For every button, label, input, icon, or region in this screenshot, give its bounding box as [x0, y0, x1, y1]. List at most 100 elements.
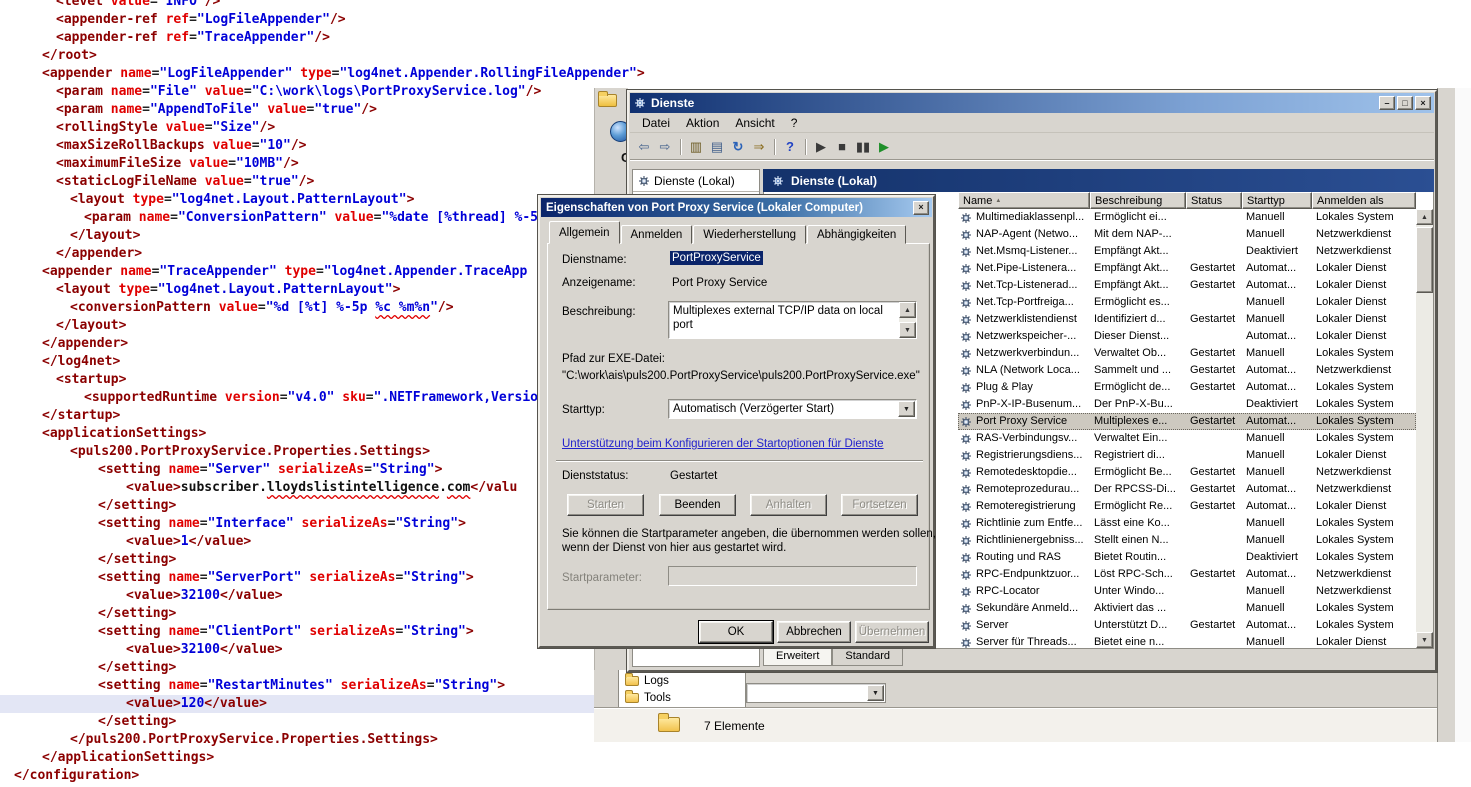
folder-item-logs[interactable]: Logs	[625, 672, 745, 689]
maximize-button[interactable]: □	[1397, 96, 1413, 110]
scrollbar[interactable]: ▲ ▼	[1416, 209, 1433, 648]
code-segment: "String"	[435, 678, 498, 693]
menu-item-aktion[interactable]: Aktion	[678, 114, 727, 132]
restart-service-icon[interactable]: ▶	[875, 138, 893, 156]
service-row[interactable]: RPC-Endpunktzuor...Löst RPC-Sch...Gestar…	[958, 566, 1416, 583]
export-list-icon[interactable]: ⇒	[750, 138, 768, 156]
gear-icon	[960, 518, 972, 530]
column-header-starttyp[interactable]: Starttyp	[1242, 192, 1312, 209]
startup-type-select[interactable]: Automatisch (Verzögerter Start) ▼	[668, 399, 917, 419]
scroll-down-button[interactable]: ▼	[1416, 632, 1433, 648]
gear-icon	[960, 637, 972, 649]
service-row[interactable]: Net.Msmq-Listener...Empfängt Akt...Deakt…	[958, 243, 1416, 260]
description-scrollbar[interactable]: ▲ ▼	[899, 302, 916, 338]
tab-allgemein[interactable]: Allgemein	[549, 221, 620, 244]
service-row[interactable]: RemoteregistrierungErmöglicht Re...Gesta…	[958, 498, 1416, 515]
service-row[interactable]: RAS-Verbindungsv...Verwaltet Ein...Manue…	[958, 430, 1416, 447]
refresh-icon[interactable]: ↻	[729, 138, 747, 156]
service-row[interactable]: NLA (Network Loca...Sammelt und ...Gesta…	[958, 362, 1416, 379]
beenden-button[interactable]: Beenden	[659, 494, 736, 516]
column-header-anmelden-als[interactable]: Anmelden als	[1312, 192, 1416, 209]
view-tab-standard[interactable]: Standard	[832, 649, 903, 666]
service-row[interactable]: Net.Tcp-Portfreiga...Ermöglicht es...Man…	[958, 294, 1416, 311]
help-icon[interactable]: ?	[781, 138, 799, 156]
column-header-beschreibung[interactable]: Beschreibung	[1090, 192, 1186, 209]
menu-item-datei[interactable]: Datei	[634, 114, 678, 132]
status-cell	[1186, 549, 1242, 566]
service-row[interactable]: Netzwerkverbindun...Verwaltet Ob...Gesta…	[958, 345, 1416, 362]
service-row[interactable]: Port Proxy ServiceMultiplexes e...Gestar…	[958, 413, 1416, 430]
abbrechen-button[interactable]: Abbrechen	[777, 621, 851, 643]
service-row[interactable]: Plug & PlayErmöglicht de...GestartetAuto…	[958, 379, 1416, 396]
combo-fragment[interactable]: ▼	[746, 683, 886, 703]
code-segment: <value>	[126, 534, 181, 549]
code-segment: "true"	[314, 102, 361, 117]
code-segment: serializeAs	[270, 462, 364, 477]
service-row[interactable]: Remoteprozedurau...Der RPCSS-Di...Gestar…	[958, 481, 1416, 498]
show-console-tree-icon[interactable]: ▥	[687, 138, 705, 156]
scrollbar-thumb[interactable]	[1416, 227, 1433, 293]
code-segment: version	[225, 390, 280, 405]
menu-item-help[interactable]: ?	[783, 114, 806, 132]
service-row[interactable]: Net.Tcp-Listenerad...Empfängt Akt...Gest…	[958, 277, 1416, 294]
stop-service-icon[interactable]: ■	[833, 138, 851, 156]
service-row[interactable]: Routing und RASBietet Routin...Deaktivie…	[958, 549, 1416, 566]
status-cell	[1186, 515, 1242, 532]
forward-icon[interactable]: ⇨	[656, 138, 674, 156]
service-row[interactable]: Server für Threads...Bietet eine n...Man…	[958, 634, 1416, 648]
service-row[interactable]: Richtlinienergebniss...Stellt einen N...…	[958, 532, 1416, 549]
code-segment: </value>	[220, 588, 283, 603]
service-row[interactable]: Richtlinie zum Entfe...Lässt eine Ko...M…	[958, 515, 1416, 532]
properties-icon[interactable]: ▤	[708, 138, 726, 156]
tab-wiederherstellung[interactable]: Wiederherstellung	[693, 225, 806, 244]
service-name: NAP-Agent (Netwo...	[976, 226, 1078, 243]
service-row[interactable]: NAP-Agent (Netwo...Mit dem NAP-...Manuel…	[958, 226, 1416, 243]
column-header-name[interactable]: Name▲	[958, 192, 1090, 209]
service-row[interactable]: NetzwerklistendienstIdentifiziert d...Ge…	[958, 311, 1416, 328]
close-button[interactable]: ×	[1415, 96, 1431, 110]
status-cell	[1186, 600, 1242, 617]
menu-item-ansicht[interactable]: Ansicht	[727, 114, 782, 132]
description-cell: Löst RPC-Sch...	[1090, 566, 1186, 583]
startup-options-help-link[interactable]: Unterstützung beim Konfigurieren der Sta…	[562, 438, 884, 450]
tree-node-dienste-lokal[interactable]: Dienste (Lokal)	[633, 170, 759, 192]
service-row[interactable]: RPC-LocatorUnter Windo...ManuellNetzwerk…	[958, 583, 1416, 600]
description-field[interactable]: Multiplexes external TCP/IP data on loca…	[668, 301, 917, 339]
close-button[interactable]: ×	[913, 201, 929, 215]
gear-icon	[960, 569, 972, 581]
service-row[interactable]: Remotedesktopdie...Ermöglicht Be...Gesta…	[958, 464, 1416, 481]
column-header-status[interactable]: Status	[1186, 192, 1242, 209]
scroll-down-button[interactable]: ▼	[899, 322, 916, 338]
service-name-value[interactable]: PortProxyService	[670, 251, 763, 265]
start-service-icon[interactable]: ▶	[812, 138, 830, 156]
dropdown-icon[interactable]: ▼	[867, 685, 884, 701]
pause-service-icon[interactable]: ▮▮	[854, 138, 872, 156]
service-row[interactable]: Registrierungsdiens...Registriert di...M…	[958, 447, 1416, 464]
folder-item-tools[interactable]: Tools	[625, 689, 745, 706]
tab-anmelden[interactable]: Anmelden	[621, 225, 693, 244]
back-icon[interactable]: ⇦	[635, 138, 653, 156]
scroll-up-button[interactable]: ▲	[1416, 209, 1433, 225]
view-tab-erweitert[interactable]: Erweitert	[763, 649, 832, 666]
ok-button[interactable]: OK	[699, 621, 773, 643]
code-segment: </applicationSettings>	[42, 750, 214, 765]
service-name-cell: RPC-Endpunktzuor...	[958, 566, 1090, 583]
display-name-value[interactable]: Port Proxy Service	[672, 277, 767, 289]
separator	[556, 460, 923, 462]
dialog-title-bar[interactable]: Eigenschaften von Port Proxy Service (Lo…	[541, 198, 932, 217]
service-row[interactable]: Multimediaklassenpl...Ermöglicht ei...Ma…	[958, 209, 1416, 226]
service-row[interactable]: ServerUnterstützt D...GestartetAutomat..…	[958, 617, 1416, 634]
service-row[interactable]: Sekundäre Anmeld...Aktiviert das ...Manu…	[958, 600, 1416, 617]
service-name-cell: Remoteprozedurau...	[958, 481, 1090, 498]
title-bar[interactable]: Dienste –□×	[630, 93, 1434, 113]
tab-abhangigkeiten[interactable]: Abhängigkeiten	[807, 225, 906, 244]
scroll-up-button[interactable]: ▲	[899, 302, 916, 318]
service-name: RAS-Verbindungsv...	[976, 430, 1077, 447]
dropdown-icon[interactable]: ▼	[898, 401, 915, 417]
code-segment: "log4net.Appender.RollingFileAppender"	[339, 66, 636, 81]
service-row[interactable]: Netzwerkspeicher-...Dieser Dienst...Auto…	[958, 328, 1416, 345]
startup-type-label: Starttyp:	[562, 404, 605, 416]
minimize-button[interactable]: –	[1379, 96, 1395, 110]
service-row[interactable]: Net.Pipe-Listenera...Empfängt Akt...Gest…	[958, 260, 1416, 277]
service-row[interactable]: PnP-X-IP-Busenum...Der PnP-X-Bu...Deakti…	[958, 396, 1416, 413]
